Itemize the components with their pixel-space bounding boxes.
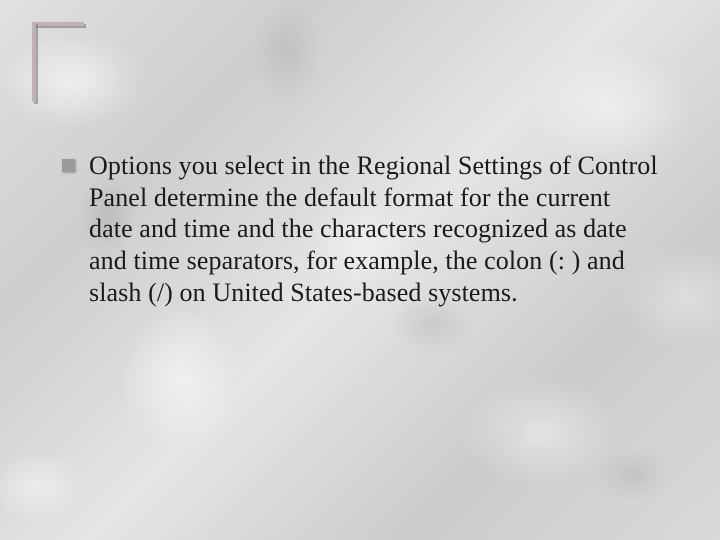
corner-left-bar xyxy=(32,22,36,102)
corner-top-bar xyxy=(32,22,84,26)
corner-decoration xyxy=(32,22,84,102)
square-bullet-icon xyxy=(62,159,75,172)
bullet-row: Options you select in the Regional Setti… xyxy=(62,150,660,309)
bullet-text: Options you select in the Regional Setti… xyxy=(89,150,660,309)
